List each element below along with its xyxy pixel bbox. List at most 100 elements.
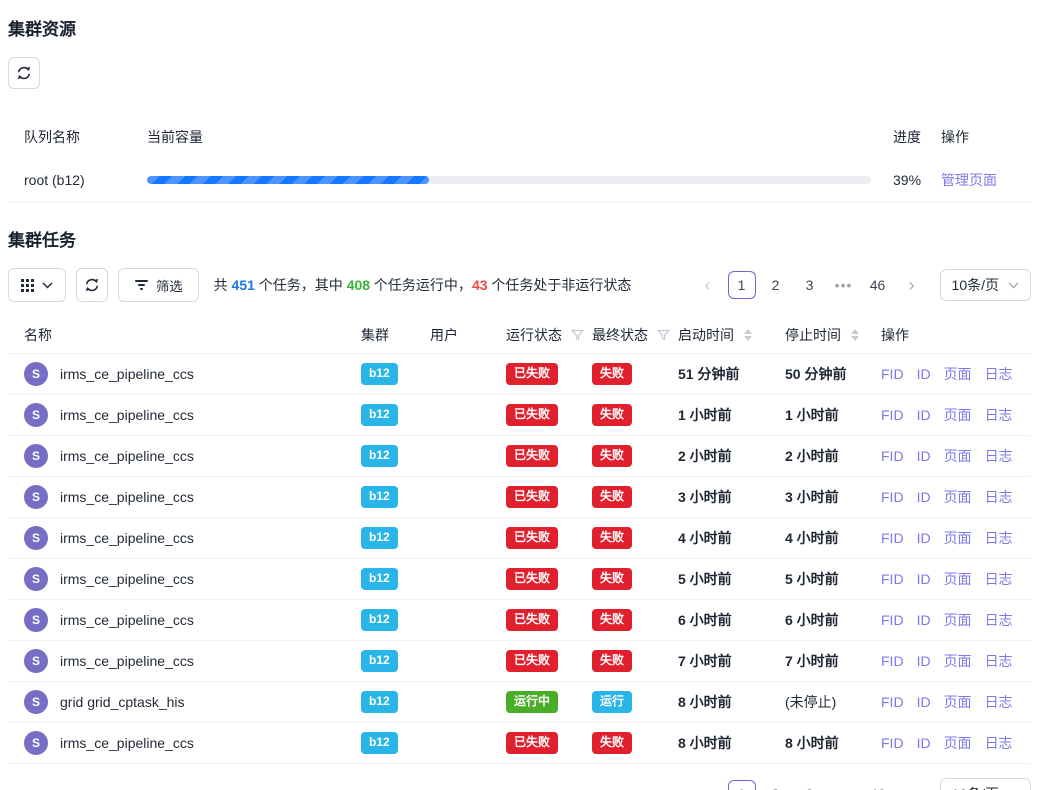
column-header-user: 用户 bbox=[430, 325, 506, 345]
avatar: S bbox=[24, 649, 48, 673]
page-button-46[interactable]: 46 bbox=[864, 780, 892, 790]
run-status-badge: 已失败 bbox=[506, 404, 558, 426]
page-link[interactable]: 页面 bbox=[944, 446, 972, 466]
avatar: S bbox=[24, 690, 48, 714]
resources-refresh-button[interactable] bbox=[8, 57, 40, 89]
log-link[interactable]: 日志 bbox=[985, 487, 1013, 507]
fid-link[interactable]: FID bbox=[881, 407, 904, 423]
column-header-run-status: 运行状态 bbox=[506, 325, 562, 345]
task-name: irms_ce_pipeline_ccs bbox=[60, 612, 194, 628]
run-status-badge: 已失败 bbox=[506, 732, 558, 754]
page-button-1[interactable]: 1 bbox=[728, 780, 756, 790]
fid-link[interactable]: FID bbox=[881, 571, 904, 587]
tasks-refresh-button[interactable] bbox=[76, 268, 108, 302]
fid-link[interactable]: FID bbox=[881, 366, 904, 382]
log-link[interactable]: 日志 bbox=[985, 733, 1013, 753]
task-name: irms_ce_pipeline_ccs bbox=[60, 448, 194, 464]
pagination-top: ‹ 1 2 3 ••• 46 › 10条/页 bbox=[694, 269, 1031, 301]
page-button-46[interactable]: 46 bbox=[864, 271, 892, 299]
id-link[interactable]: ID bbox=[917, 530, 931, 546]
page-button-1[interactable]: 1 bbox=[728, 271, 756, 299]
page-button-2[interactable]: 2 bbox=[762, 780, 790, 790]
next-page-button[interactable]: › bbox=[898, 780, 926, 790]
filter-button[interactable]: 筛选 bbox=[118, 268, 199, 302]
next-page-button[interactable]: › bbox=[898, 271, 926, 299]
run-status-badge: 已失败 bbox=[506, 486, 558, 508]
column-header-name: 名称 bbox=[8, 325, 361, 345]
run-status-badge: 运行中 bbox=[506, 691, 558, 713]
log-link[interactable]: 日志 bbox=[985, 651, 1013, 671]
page-link[interactable]: 页面 bbox=[944, 610, 972, 630]
id-link[interactable]: ID bbox=[917, 694, 931, 710]
prev-page-button[interactable]: ‹ bbox=[694, 271, 722, 299]
page-link[interactable]: 页面 bbox=[944, 569, 972, 589]
log-link[interactable]: 日志 bbox=[985, 405, 1013, 425]
stop-time: 4 小时前 bbox=[785, 528, 881, 548]
log-link[interactable]: 日志 bbox=[985, 528, 1013, 548]
page-link[interactable]: 页面 bbox=[944, 733, 972, 753]
stop-time: 5 小时前 bbox=[785, 569, 881, 589]
page-button-3[interactable]: 3 bbox=[796, 271, 824, 299]
log-link[interactable]: 日志 bbox=[985, 610, 1013, 630]
table-row: S irms_ce_pipeline_ccs b12 已失败 失败 2 小时前 … bbox=[8, 436, 1031, 477]
fid-link[interactable]: FID bbox=[881, 735, 904, 751]
page-link[interactable]: 页面 bbox=[944, 405, 972, 425]
final-status-badge: 失败 bbox=[592, 527, 632, 549]
filter-button-label: 筛选 bbox=[156, 276, 183, 295]
pagination-ellipsis[interactable]: ••• bbox=[830, 271, 858, 299]
page-link[interactable]: 页面 bbox=[944, 692, 972, 712]
id-link[interactable]: ID bbox=[917, 366, 931, 382]
start-time: 6 小时前 bbox=[678, 610, 785, 630]
filter-funnel-icon[interactable] bbox=[657, 329, 670, 341]
sort-icon[interactable] bbox=[851, 329, 859, 341]
log-link[interactable]: 日志 bbox=[985, 446, 1013, 466]
id-link[interactable]: ID bbox=[917, 489, 931, 505]
stop-time: 2 小时前 bbox=[785, 446, 881, 466]
log-link[interactable]: 日志 bbox=[985, 569, 1013, 589]
fid-link[interactable]: FID bbox=[881, 530, 904, 546]
page-size-select[interactable]: 10条/页 bbox=[940, 269, 1031, 301]
page-size-value: 10条/页 bbox=[952, 275, 999, 295]
manage-page-link[interactable]: 管理页面 bbox=[941, 172, 997, 188]
page-button-3[interactable]: 3 bbox=[796, 780, 824, 790]
total-count: 451 bbox=[232, 277, 255, 293]
page-link[interactable]: 页面 bbox=[944, 364, 972, 384]
avatar: S bbox=[24, 567, 48, 591]
fid-link[interactable]: FID bbox=[881, 694, 904, 710]
page-link[interactable]: 页面 bbox=[944, 487, 972, 507]
row-actions: FID ID 页面日志 bbox=[881, 405, 1031, 425]
fid-link[interactable]: FID bbox=[881, 653, 904, 669]
row-actions: FID ID 页面日志 bbox=[881, 487, 1031, 507]
log-link[interactable]: 日志 bbox=[985, 364, 1013, 384]
id-link[interactable]: ID bbox=[917, 407, 931, 423]
final-status-badge: 失败 bbox=[592, 486, 632, 508]
pagination-ellipsis[interactable]: ••• bbox=[830, 780, 858, 790]
id-link[interactable]: ID bbox=[917, 735, 931, 751]
column-header-actions: 操作 bbox=[935, 127, 1031, 147]
id-link[interactable]: ID bbox=[917, 612, 931, 628]
fid-link[interactable]: FID bbox=[881, 448, 904, 464]
log-link[interactable]: 日志 bbox=[985, 692, 1013, 712]
view-mode-button[interactable] bbox=[8, 268, 66, 302]
section-title-tasks: 集群任务 bbox=[8, 226, 1031, 251]
fid-link[interactable]: FID bbox=[881, 612, 904, 628]
final-status-badge: 运行 bbox=[592, 691, 632, 713]
fid-link[interactable]: FID bbox=[881, 489, 904, 505]
column-header-stop-time: 停止时间 bbox=[785, 325, 841, 345]
page-link[interactable]: 页面 bbox=[944, 528, 972, 548]
task-name: irms_ce_pipeline_ccs bbox=[60, 407, 194, 423]
id-link[interactable]: ID bbox=[917, 448, 931, 464]
page-size-value: 10条/页 bbox=[952, 784, 999, 790]
sort-icon[interactable] bbox=[744, 329, 752, 341]
id-link[interactable]: ID bbox=[917, 653, 931, 669]
summary-text: 个任务，其中 bbox=[255, 277, 347, 293]
filter-funnel-icon[interactable] bbox=[571, 329, 584, 341]
column-header-progress: 进度 bbox=[887, 127, 935, 147]
table-row: S irms_ce_pipeline_ccs b12 已失败 失败 5 小时前 … bbox=[8, 559, 1031, 600]
page-link[interactable]: 页面 bbox=[944, 651, 972, 671]
progress-fill bbox=[147, 176, 429, 184]
id-link[interactable]: ID bbox=[917, 571, 931, 587]
page-size-select[interactable]: 10条/页 bbox=[940, 778, 1031, 790]
prev-page-button[interactable]: ‹ bbox=[694, 780, 722, 790]
page-button-2[interactable]: 2 bbox=[762, 271, 790, 299]
